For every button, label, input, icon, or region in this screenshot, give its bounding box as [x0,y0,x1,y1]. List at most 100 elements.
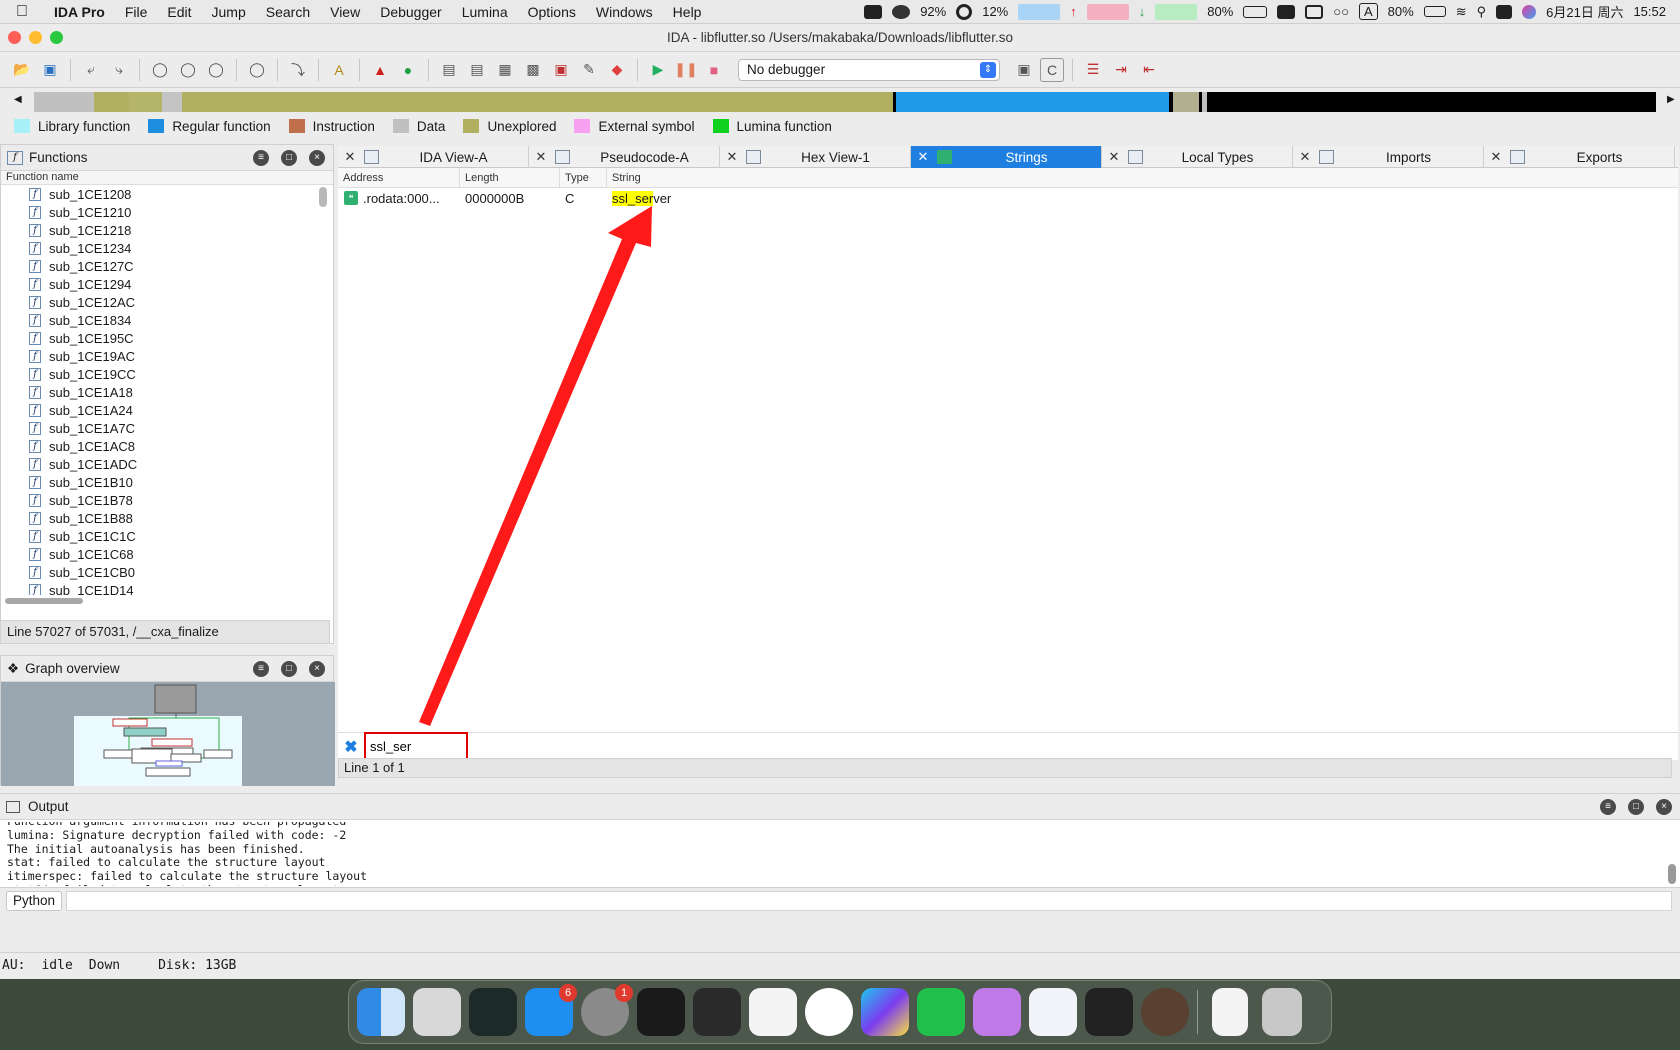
filter-input[interactable] [364,731,468,762]
save-icon[interactable]: ▣ [38,58,62,82]
breakpoint-icon[interactable]: ◆ [605,58,629,82]
panel-menu-icon[interactable]: ≡ [253,660,269,677]
patch-icon[interactable]: ✎ [577,58,601,82]
menubar-date[interactable]: 6月21日 周六 [1546,2,1623,21]
function-item[interactable]: f sub_1CE1B10 [1,473,333,491]
close-filter-icon[interactable]: ✖ [338,737,364,757]
display-icon[interactable] [1305,4,1324,19]
airpods-icon[interactable]: ○○ [1333,4,1349,19]
exec-terminal-icon[interactable] [693,988,741,1036]
xcode-instruments-icon[interactable] [749,988,797,1036]
function-item[interactable]: f sub_1CE1CB0 [1,563,333,581]
array-icon[interactable]: ▩ [521,58,545,82]
battery-icon[interactable] [1243,5,1268,18]
menu-file[interactable]: File [115,4,158,20]
launchpad-icon[interactable] [413,988,461,1036]
panel-close-icon[interactable]: × [309,660,325,677]
function-item[interactable]: f sub_1CE19AC [1,347,333,365]
tab-ida-view-a[interactable]: ✕ IDA View-A [338,146,529,168]
function-item[interactable]: f sub_1CE1D14 [1,581,333,595]
graph-icon[interactable]: ▲ [368,58,392,82]
battery-icon-2[interactable] [1423,6,1446,17]
menu-edit[interactable]: Edit [157,4,201,20]
code-icon[interactable]: ▤ [437,58,461,82]
activity-monitor-icon[interactable] [469,988,517,1036]
tab-strings[interactable]: ✕ Strings [911,146,1102,168]
function-item[interactable]: f sub_1CE1A18 [1,383,333,401]
function-item[interactable]: f sub_1CE1B88 [1,509,333,527]
open-folder-icon[interactable]: 📂 [10,58,34,82]
wifi-icon[interactable]: ≋ [1456,4,1467,20]
graph-overview-canvas[interactable] [1,682,335,786]
function-item[interactable]: f sub_1CE195C [1,329,333,347]
panel-close-icon[interactable]: × [1656,798,1672,815]
panel-close-icon[interactable]: × [309,149,325,166]
function-item[interactable]: f sub_1CE1A7C [1,419,333,437]
tab-close-icon[interactable]: ✕ [342,149,358,165]
tab-exports[interactable]: ✕ Exports [1484,146,1675,168]
control-center-icon[interactable] [1496,4,1513,19]
tab-close-icon[interactable]: ✕ [915,149,931,165]
functions-hscrollbar[interactable] [1,595,333,607]
menu-view[interactable]: View [320,4,370,20]
struct-icon[interactable]: ▦ [493,58,517,82]
column-length[interactable]: Length [460,168,560,187]
undefine-icon[interactable]: ▣ [549,58,573,82]
menu-windows[interactable]: Windows [586,4,663,20]
globe-icon[interactable]: ● [396,58,420,82]
panel-menu-icon[interactable]: ≡ [1600,798,1616,815]
system-settings-icon[interactable]: 1 [581,984,633,1036]
panel-float-icon[interactable]: □ [281,149,297,166]
input-method-icon[interactable]: A [1359,3,1378,20]
function-item[interactable]: f sub_1CE127C [1,257,333,275]
menu-search[interactable]: Search [256,4,320,20]
navigation-bar[interactable] [34,92,1656,112]
function-item[interactable]: f sub_1CE1208 [1,185,333,203]
menu-debugger[interactable]: Debugger [370,4,452,20]
language-button[interactable]: Python [6,890,63,911]
portrait-app-icon[interactable] [1141,988,1189,1036]
app-menu[interactable]: IDA Pro [44,4,115,20]
panel-float-icon[interactable]: □ [1628,798,1644,815]
tab-imports[interactable]: ✕ Imports [1293,146,1484,168]
function-item[interactable]: f sub_1CE1AC8 [1,437,333,455]
wechat-dock-icon[interactable] [917,988,965,1036]
nav-right-icon[interactable]: ▶ [1667,94,1675,105]
tab-pseudocode-a[interactable]: ✕ Pseudocode-A [529,146,720,168]
back-icon[interactable]: ⤶ [79,58,103,82]
function-item[interactable]: f sub_1CE1C68 [1,545,333,563]
column-address[interactable]: Address [338,168,460,187]
outdent-icon[interactable]: ⇤ [1137,58,1161,82]
functions-scrollbar[interactable] [319,187,327,207]
indent-icon[interactable]: ⇥ [1109,58,1133,82]
stop-icon[interactable]: ■ [702,58,726,82]
debugger-select[interactable]: No debugger ⇕ [738,58,1000,81]
search-next-icon[interactable]: ◯ [245,58,269,82]
jump-icon[interactable]: ⤵ [286,58,310,82]
app-status-icon[interactable] [1277,4,1296,19]
cross-ref-icon[interactable]: ▣ [1012,58,1036,82]
function-item[interactable]: f sub_1CE1C1C [1,527,333,545]
function-item[interactable]: f sub_1CE1A24 [1,401,333,419]
menu-jump[interactable]: Jump [202,4,256,20]
cat-app-icon[interactable] [973,988,1021,1036]
column-type[interactable]: Type [560,168,607,187]
tab-hex-view-1[interactable]: ✕ Hex View-1 [720,146,911,168]
list-icon[interactable]: ☰ [1081,58,1105,82]
function-item[interactable]: f sub_1CE1218 [1,221,333,239]
menubar-time[interactable]: 15:52 [1633,4,1666,19]
pause-icon[interactable]: ❚❚ [674,58,698,82]
webstorm-icon[interactable] [861,988,909,1036]
nav-left-icon[interactable]: ◀ [14,94,22,105]
finder-icon[interactable] [357,988,405,1036]
function-item[interactable]: f sub_1CE1294 [1,275,333,293]
function-item[interactable]: f sub_1CE19CC [1,365,333,383]
grid-icon[interactable] [864,4,883,19]
column-string[interactable]: String [607,168,807,187]
ring-icon[interactable] [956,3,973,20]
menu-lumina[interactable]: Lumina [452,4,518,20]
decompile-icon[interactable]: C [1040,57,1064,82]
function-item[interactable]: f sub_1CE1234 [1,239,333,257]
function-name-column[interactable]: Function name [1,171,333,185]
spotlight-icon[interactable]: ⚲ [1477,4,1487,20]
